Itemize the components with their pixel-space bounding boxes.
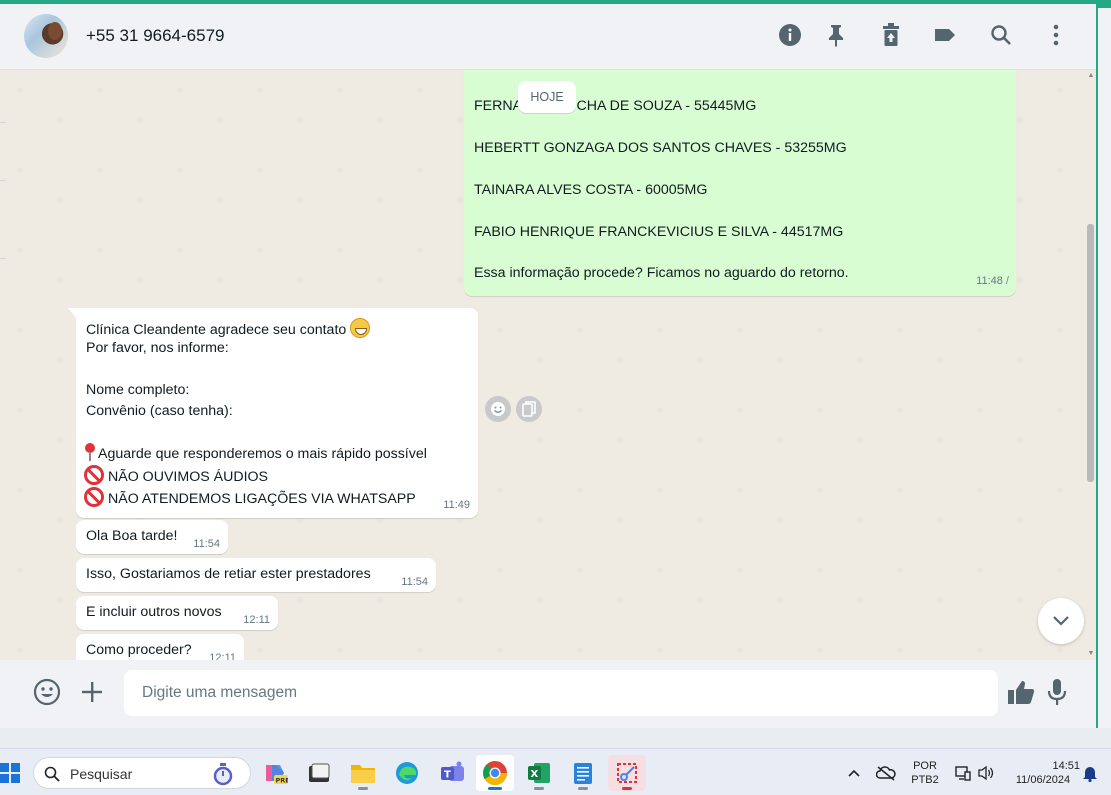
copy-icon[interactable]: [516, 396, 542, 422]
whatsapp-window: +55 31 9664-6579 FERNANDA ROCHA DE SOUZA…: [0, 4, 1096, 728]
notification-bell-icon[interactable]: [1078, 755, 1102, 791]
message-line: FABIO HENRIQUE FRANCKEVICIUS E SILVA - 4…: [474, 224, 844, 240]
chat-header: +55 31 9664-6579: [0, 4, 1096, 70]
prohibited-emoji-icon: [84, 465, 104, 485]
scroll-to-bottom-button[interactable]: [1038, 598, 1084, 644]
chat-area[interactable]: FERNANDA ROCHA DE SOUZA - 55445MG HEBERT…: [0, 70, 1096, 660]
stopwatch-icon: [213, 763, 233, 786]
bubble-tail: [68, 308, 76, 318]
scrollbar-thumb[interactable]: [1087, 224, 1094, 482]
message-line: NÃO OUVIMOS ÁUDIOS: [84, 465, 268, 485]
message-line: Aguarde que responderemos o mais rápido …: [84, 443, 427, 462]
clock-date: 11/06/2024: [1015, 774, 1071, 786]
notepad-app-icon[interactable]: [564, 755, 602, 791]
network-icon[interactable]: [950, 755, 976, 791]
contact-name[interactable]: +55 31 9664-6579: [86, 26, 225, 46]
delete-icon[interactable]: [878, 22, 904, 48]
chrome-browser-icon[interactable]: [476, 755, 514, 791]
edge-browser-icon[interactable]: [388, 755, 426, 791]
onedrive-offline-icon[interactable]: [872, 755, 900, 791]
emoji-icon[interactable]: [32, 677, 62, 707]
search-label: Pesquisar: [70, 766, 133, 782]
input-language-indicator[interactable]: POR PTB2: [908, 759, 942, 787]
volume-icon[interactable]: [974, 755, 998, 791]
pin-emoji-icon: [84, 443, 96, 461]
message-text: Como proceder?: [86, 642, 192, 658]
react-emoji-icon[interactable]: [485, 396, 511, 422]
message-time: 11:54: [193, 538, 220, 550]
scroll-up-arrow-icon[interactable]: ▲: [1086, 72, 1096, 82]
menu-icon[interactable]: [1043, 22, 1069, 48]
attach-plus-icon[interactable]: [77, 677, 107, 707]
message-line: Clínica Cleandente agradece seu contato: [86, 318, 371, 338]
pin-icon[interactable]: [823, 22, 849, 48]
message-line: TAINARA ALVES COSTA - 60005MG: [474, 182, 708, 198]
incoming-message[interactable]: Clínica Cleandente agradece seu contato …: [76, 308, 478, 518]
message-text: Isso, Gostariamos de retiar ester presta…: [86, 566, 371, 582]
search-icon[interactable]: [988, 22, 1014, 48]
scroll-down-arrow-icon[interactable]: ▼: [1086, 650, 1096, 660]
language-code: POR: [913, 760, 937, 772]
windows-start-icon[interactable]: [0, 763, 20, 783]
window-right-edge: [1096, 4, 1111, 728]
message-text: E incluir outros novos: [86, 604, 222, 620]
terminal-app-icon[interactable]: [300, 755, 338, 791]
svg-text:PRE: PRE: [276, 777, 289, 785]
incoming-message[interactable]: Isso, Gostariamos de retiar ester presta…: [76, 558, 436, 592]
message-line: HEBERTT GONZAGA DOS SANTOS CHAVES - 5325…: [474, 140, 847, 156]
message-line: Nome completo:: [86, 382, 190, 398]
message-time: 11:48: [976, 275, 1003, 287]
incoming-message[interactable]: E incluir outros novos 12:11: [76, 596, 278, 630]
microphone-icon[interactable]: [1042, 677, 1072, 707]
avatar[interactable]: [24, 14, 68, 58]
svg-text:X: X: [531, 769, 539, 780]
incoming-message[interactable]: Ola Boa tarde! 11:54: [76, 520, 228, 554]
taskbar-search[interactable]: Pesquisar: [33, 757, 251, 789]
sidebar-edge: [0, 70, 6, 660]
show-hidden-icons-chevron-icon[interactable]: [842, 755, 866, 791]
search-icon: [44, 766, 60, 782]
message-line: Por favor, nos informe:: [86, 340, 229, 356]
message-line: Essa informação procede? Ficamos no agua…: [474, 265, 849, 281]
keyboard-layout: PTB2: [911, 774, 939, 786]
windows-taskbar: Pesquisar PRE T X POR PTB2 14:51 11/06/2…: [0, 748, 1111, 795]
message-line: Convênio (caso tenha):: [86, 403, 233, 419]
composer-bar: [0, 660, 1096, 728]
copilot-app-icon[interactable]: PRE: [256, 755, 294, 791]
incoming-message[interactable]: Como proceder? 12:11: [76, 634, 244, 660]
prohibited-emoji-icon: [84, 487, 104, 507]
message-text: Ola Boa tarde!: [86, 528, 178, 544]
desktop-gap: [0, 728, 1111, 748]
excel-app-icon[interactable]: X: [520, 755, 558, 791]
clock-time: 14:51: [1052, 760, 1080, 772]
info-icon[interactable]: [777, 22, 803, 48]
snipping-tool-icon[interactable]: [608, 755, 646, 791]
message-time: 12:11: [243, 614, 270, 626]
thumbs-up-icon[interactable]: [1006, 677, 1036, 707]
svg-text:T: T: [444, 770, 451, 781]
message-line: FERNANDA ROCHA DE SOUZA - 55445MG: [474, 98, 757, 114]
file-explorer-icon[interactable]: [344, 755, 382, 791]
taskbar-clock[interactable]: 14:51 11/06/2024: [1006, 759, 1080, 787]
message-time: 11:54: [401, 576, 428, 588]
message-time: 11:49: [443, 499, 470, 511]
message-input[interactable]: [124, 670, 998, 716]
message-line: NÃO ATENDEMOS LIGAÇÕES VIA WHATSAPP: [84, 487, 416, 507]
date-divider: HOJE: [518, 81, 576, 113]
message-time: 12:11: [209, 652, 236, 660]
grin-emoji-icon: [350, 318, 371, 338]
message-meta: 11:48//: [976, 275, 1009, 287]
label-icon[interactable]: [932, 22, 958, 48]
teams-app-icon[interactable]: T: [434, 755, 472, 791]
